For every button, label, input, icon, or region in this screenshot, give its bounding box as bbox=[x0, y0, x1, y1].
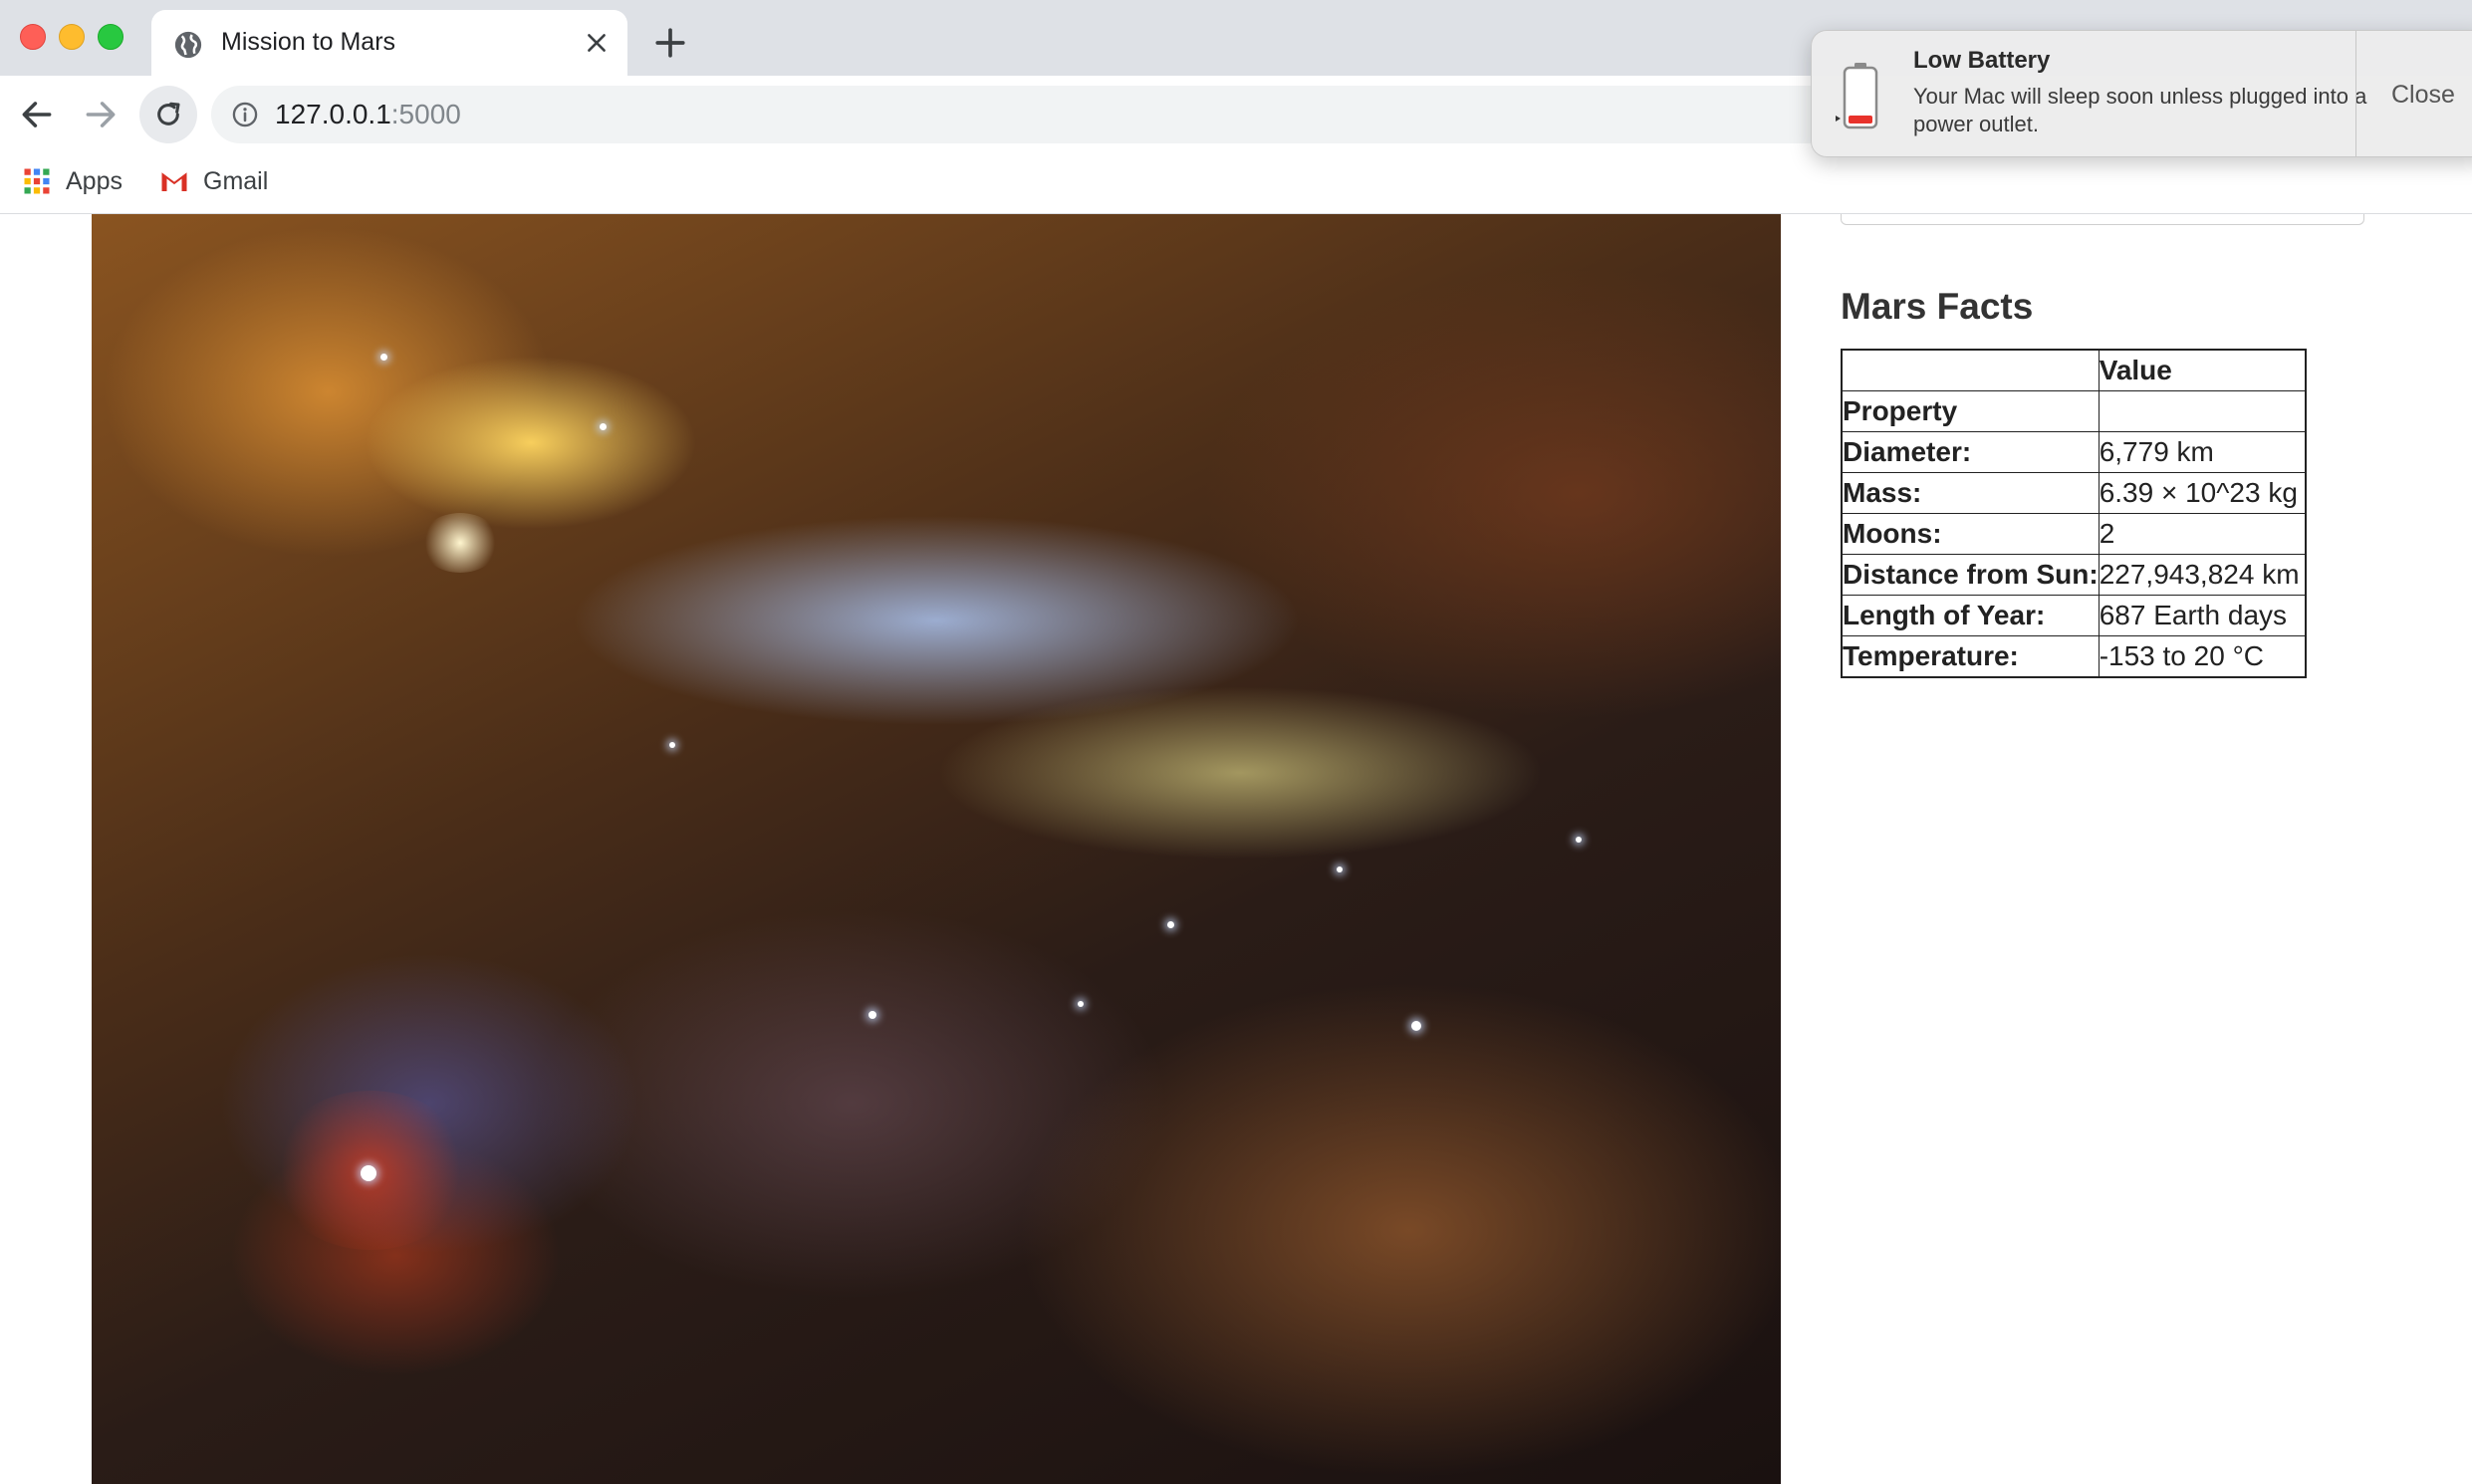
table-index-row: Property bbox=[1841, 390, 2307, 432]
table-row: Moons: 2 bbox=[1841, 513, 2307, 555]
card-bottom-edge bbox=[1841, 214, 2364, 225]
url-port: :5000 bbox=[390, 99, 461, 129]
bookmark-gmail-label: Gmail bbox=[203, 166, 269, 195]
star bbox=[669, 742, 675, 748]
back-arrow-icon[interactable] bbox=[18, 96, 56, 133]
table-row: Length of Year: 687 Earth days bbox=[1841, 595, 2307, 636]
mars-facts-table: Value Property Diameter: 6,779 km Mass: … bbox=[1841, 349, 2307, 678]
url-text: 127.0.0.1:5000 bbox=[275, 99, 461, 130]
notification-title: Low Battery bbox=[1913, 47, 2051, 74]
page-content: Mars Facts Value Property Diameter: 6,77… bbox=[0, 214, 2472, 1484]
value-cell: 6.39 × 10^23 kg bbox=[2098, 472, 2307, 514]
bookmark-gmail[interactable]: Gmail bbox=[159, 163, 268, 199]
index-empty-cell bbox=[2098, 390, 2307, 432]
reload-button[interactable] bbox=[139, 86, 197, 143]
index-label-cell: Property bbox=[1841, 390, 2100, 432]
nebula-image bbox=[92, 214, 1781, 1484]
table-row: Distance from Sun: 227,943,824 km bbox=[1841, 554, 2307, 596]
value-cell: 2 bbox=[2098, 513, 2307, 555]
table-row: Mass: 6.39 × 10^23 kg bbox=[1841, 472, 2307, 514]
property-cell: Distance from Sun: bbox=[1841, 554, 2100, 596]
star bbox=[361, 1165, 376, 1181]
bookmarks-bar: Apps Gmail bbox=[0, 151, 2472, 214]
tab-title: Mission to Mars bbox=[221, 28, 396, 56]
forward-arrow-icon[interactable] bbox=[82, 96, 120, 133]
battery-low-icon bbox=[1836, 63, 1878, 129]
value-cell: 227,943,824 km bbox=[2098, 554, 2307, 596]
zoom-window-button[interactable] bbox=[98, 24, 124, 50]
star bbox=[1078, 1001, 1084, 1007]
property-cell: Mass: bbox=[1841, 472, 2100, 514]
table-header-row: Value bbox=[1841, 349, 2307, 391]
property-cell: Moons: bbox=[1841, 513, 2100, 555]
value-cell: 6,779 km bbox=[2098, 431, 2307, 473]
site-info-icon[interactable] bbox=[231, 101, 259, 128]
star bbox=[1411, 1021, 1421, 1031]
nebula-bright-spot bbox=[420, 513, 500, 573]
header-value-cell: Value bbox=[2098, 349, 2307, 391]
globe-icon bbox=[174, 31, 202, 59]
new-tab-plus-icon[interactable] bbox=[653, 26, 687, 60]
value-cell: 687 Earth days bbox=[2098, 595, 2307, 636]
star bbox=[1167, 921, 1174, 928]
low-battery-notification[interactable]: Low Battery Your Mac will sleep soon unl… bbox=[1811, 30, 2472, 157]
property-cell: Diameter: bbox=[1841, 431, 2100, 473]
close-window-button[interactable] bbox=[20, 24, 46, 50]
url-host: 127.0.0.1 bbox=[275, 99, 391, 129]
table-row: Diameter: 6,779 km bbox=[1841, 431, 2307, 473]
notification-body: Your Mac will sleep soon unless plugged … bbox=[1913, 84, 2367, 136]
property-cell: Length of Year: bbox=[1841, 595, 2100, 636]
star bbox=[868, 1011, 876, 1019]
star bbox=[1337, 866, 1343, 872]
value-cell: -153 to 20 °C bbox=[2098, 635, 2307, 678]
notification-close-button[interactable]: Close bbox=[2391, 81, 2455, 110]
close-icon[interactable] bbox=[584, 30, 610, 56]
gmail-icon bbox=[161, 172, 187, 191]
star bbox=[600, 423, 607, 430]
property-cell: Temperature: bbox=[1841, 635, 2100, 678]
table-row: Temperature: -153 to 20 °C bbox=[1841, 635, 2307, 678]
notification-divider bbox=[2355, 31, 2356, 156]
address-bar[interactable]: 127.0.0.1:5000 bbox=[211, 86, 1884, 143]
tab-mission-to-mars[interactable]: Mission to Mars bbox=[151, 10, 627, 76]
header-blank-cell bbox=[1841, 349, 2100, 391]
apps-grid-icon bbox=[24, 168, 50, 194]
star bbox=[1576, 837, 1582, 843]
bookmark-apps-label: Apps bbox=[66, 166, 123, 195]
bookmark-apps[interactable]: Apps bbox=[22, 163, 123, 199]
star bbox=[380, 354, 387, 361]
minimize-window-button[interactable] bbox=[59, 24, 85, 50]
reload-icon bbox=[157, 102, 180, 125]
mars-facts-heading: Mars Facts bbox=[1841, 286, 2034, 327]
